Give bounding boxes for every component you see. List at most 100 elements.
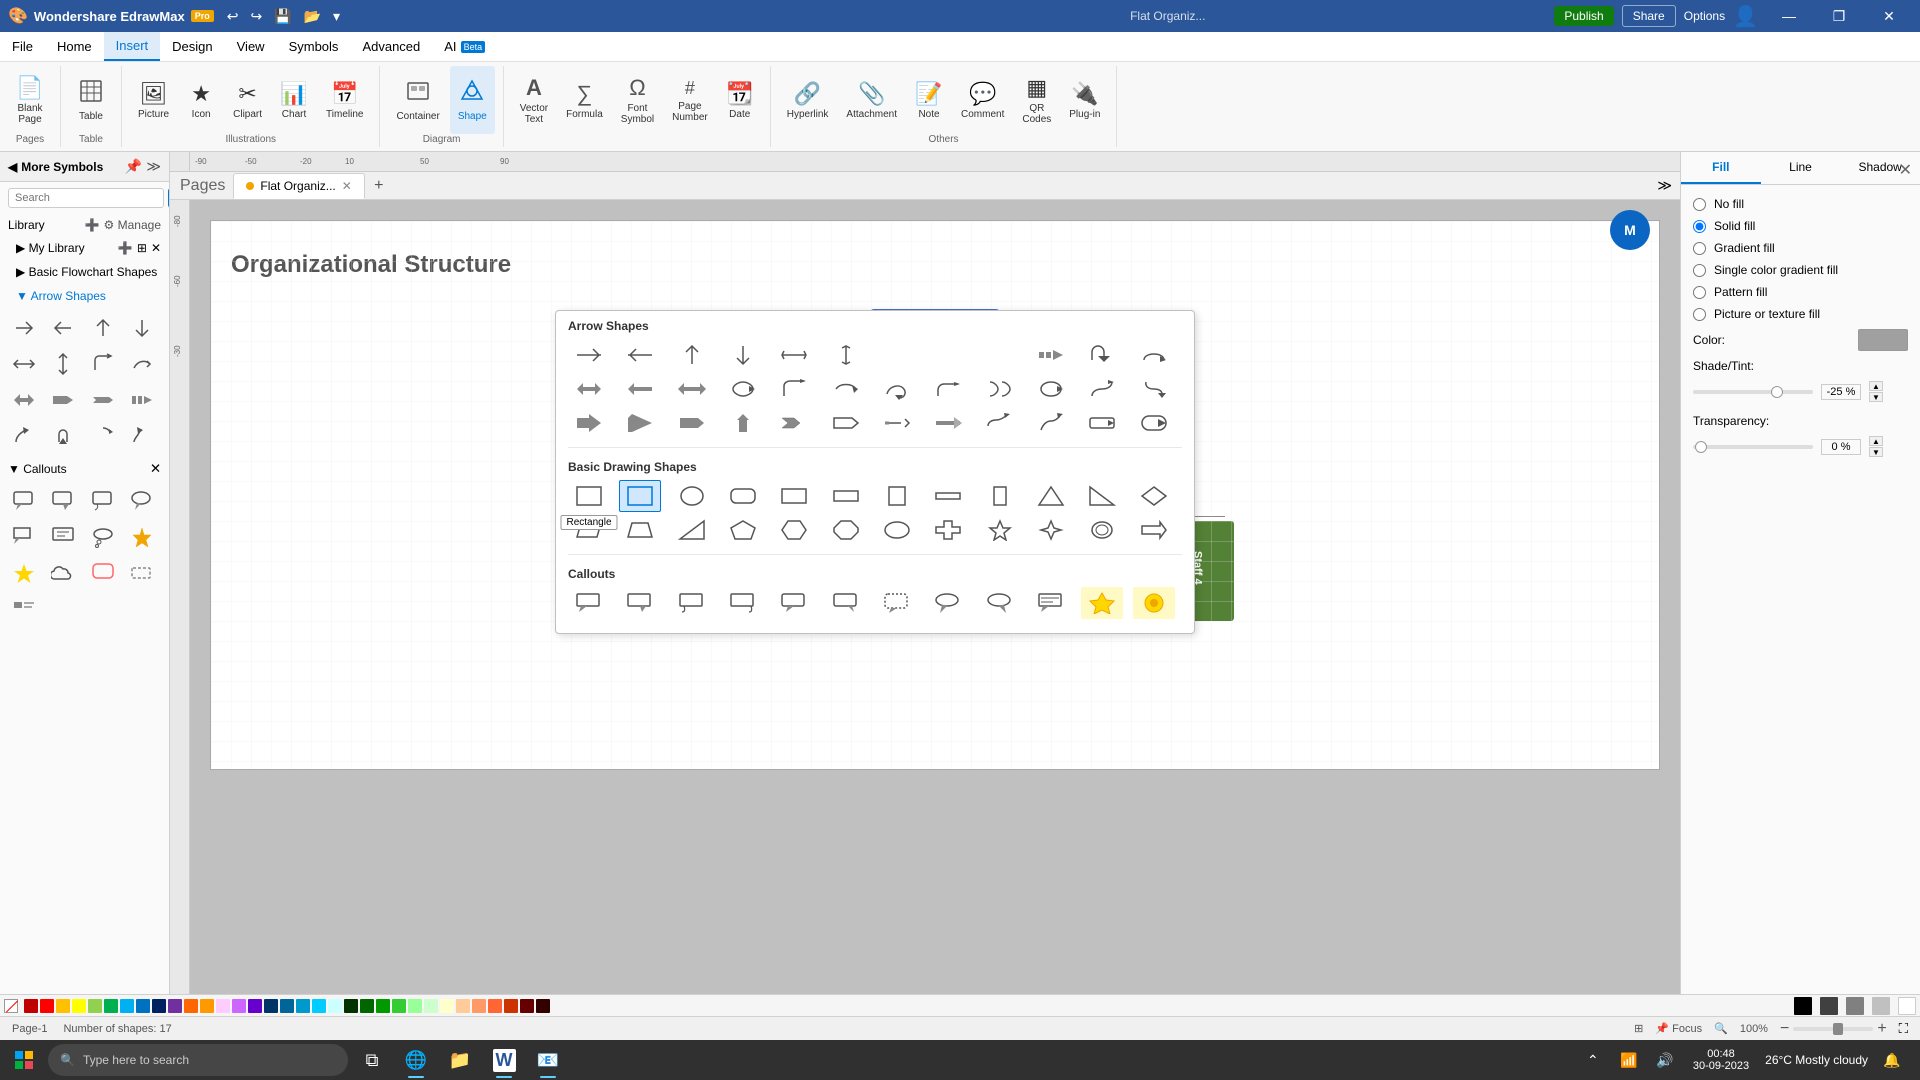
taskbar-task-view[interactable]: ⧉ <box>352 1040 392 1080</box>
color-swatch-2[interactable] <box>40 999 54 1013</box>
zoom-slider[interactable] <box>1793 1027 1873 1031</box>
sp-arrow-11[interactable] <box>1081 339 1123 371</box>
color-swatch-10[interactable] <box>168 999 182 1013</box>
pattern-fill-label[interactable]: Pattern fill <box>1714 285 1767 299</box>
sp-callout-2[interactable] <box>619 587 661 619</box>
library-add-button[interactable]: ➕ <box>85 218 100 232</box>
zoom-in-button[interactable]: + <box>1877 1020 1886 1038</box>
sidebar-item-callouts[interactable]: ▼ Callouts ✕ <box>0 456 169 482</box>
tab-page-1[interactable]: Flat Organiz... ✕ <box>233 173 364 199</box>
sp-callout-3[interactable] <box>671 587 713 619</box>
ribbon-table[interactable]: Table <box>69 66 113 134</box>
ribbon-qr-codes[interactable]: ▦ QRCodes <box>1014 66 1059 134</box>
shape-callout-3[interactable] <box>87 486 119 518</box>
sp-arrow-9[interactable] <box>979 339 1021 371</box>
gradient-fill-label[interactable]: Gradient fill <box>1714 241 1775 255</box>
color-swatch-6[interactable] <box>104 999 118 1013</box>
shade-slider[interactable] <box>1693 390 1813 394</box>
user-avatar[interactable]: 👤 <box>1733 4 1758 29</box>
color-gray[interactable] <box>1846 997 1864 1015</box>
my-library-grid[interactable]: ⊞ <box>137 241 147 255</box>
shape-star-callout[interactable] <box>126 522 158 554</box>
sidebar-item-my-library[interactable]: ▶ My Library ➕ ⊞ ✕ <box>0 236 169 260</box>
panel-pin-button[interactable]: 📌 <box>125 158 142 175</box>
ribbon-page-number[interactable]: # PageNumber <box>664 66 716 134</box>
taskbar-weather[interactable]: 26°C Mostly cloudy <box>1761 1051 1872 1069</box>
pattern-fill-radio[interactable] <box>1693 286 1706 299</box>
share-button[interactable]: Share <box>1622 5 1676 27</box>
color-swatch-7[interactable] <box>120 999 134 1013</box>
sp-callout-7[interactable] <box>876 587 918 619</box>
my-library-close[interactable]: ✕ <box>151 241 161 255</box>
start-button[interactable] <box>4 1042 44 1078</box>
tab-close[interactable]: ✕ <box>342 179 352 193</box>
sp-arrow-7[interactable] <box>876 339 918 371</box>
sp-arrow-12[interactable] <box>1133 339 1175 371</box>
fullscreen-button[interactable]: ⛶ <box>1899 1021 1908 1037</box>
sp-rt-triangle[interactable] <box>1081 480 1123 512</box>
sp-arrow-18[interactable] <box>825 373 867 405</box>
ribbon-note[interactable]: 📝 Note <box>907 66 951 134</box>
sp-wide-rect-2[interactable] <box>927 480 969 512</box>
ribbon-plugin[interactable]: 🔌 Plug-in <box>1061 66 1108 134</box>
color-swatch-23[interactable] <box>376 999 390 1013</box>
shape-arrow-curved[interactable] <box>126 348 158 380</box>
sp-callout-12[interactable] <box>1133 587 1175 619</box>
close-right-panel[interactable]: ✕ <box>1899 160 1912 180</box>
sp-arrow-22[interactable] <box>1030 373 1072 405</box>
sp-ring[interactable] <box>1081 514 1123 546</box>
solid-fill-radio[interactable] <box>1693 220 1706 233</box>
color-picker[interactable] <box>1858 329 1908 351</box>
sp-arrow-2[interactable] <box>619 339 661 371</box>
sp-rect-selected[interactable] <box>619 480 661 512</box>
shape-arrow-ud[interactable] <box>47 348 79 380</box>
color-swatch-13[interactable] <box>216 999 230 1013</box>
taskbar-edrawmax[interactable]: 📧 <box>528 1040 568 1080</box>
sp-arrow-30[interactable] <box>825 407 867 439</box>
sp-star4[interactable] <box>1030 514 1072 546</box>
shape-notched-arrow[interactable] <box>87 384 119 416</box>
shape-callout-2[interactable] <box>47 486 79 518</box>
sp-octagon[interactable] <box>825 514 867 546</box>
sp-arrow-4[interactable] <box>722 339 764 371</box>
color-swatch-19[interactable] <box>312 999 326 1013</box>
color-swatch-12[interactable] <box>200 999 214 1013</box>
search-input[interactable] <box>8 188 164 208</box>
panel-expand-button[interactable]: ≫ <box>146 158 161 175</box>
redo-button[interactable]: ↪ <box>245 6 267 27</box>
color-swatch-27[interactable] <box>440 999 454 1013</box>
sp-r-arrow[interactable] <box>1133 514 1175 546</box>
sp-callout-6[interactable] <box>825 587 867 619</box>
sp-arrow-19[interactable] <box>876 373 918 405</box>
panel-collapse-icon[interactable]: ◀ <box>8 160 17 174</box>
sp-tall-rect-2[interactable] <box>979 480 1021 512</box>
sp-callout-9[interactable] <box>979 587 1021 619</box>
restore-button[interactable]: ❐ <box>1816 0 1862 32</box>
sp-arrow-35[interactable] <box>1081 407 1123 439</box>
color-swatch-16[interactable] <box>264 999 278 1013</box>
color-swatch-31[interactable] <box>504 999 518 1013</box>
sp-pentagon[interactable] <box>722 514 764 546</box>
taskbar-word[interactable]: W <box>484 1040 524 1080</box>
ribbon-blank-page[interactable]: 📄 BlankPage <box>8 66 52 134</box>
sp-arrow-25[interactable] <box>568 407 610 439</box>
color-swatch-17[interactable] <box>280 999 294 1013</box>
sp-ellipse[interactable] <box>876 514 918 546</box>
sp-trapezoid[interactable] <box>619 514 661 546</box>
color-swatch-25[interactable] <box>408 999 422 1013</box>
shape-callout-1[interactable] <box>8 486 40 518</box>
color-swatch-15[interactable] <box>248 999 262 1013</box>
shape-arrow-down[interactable] <box>126 312 158 344</box>
shape-curved-arrow[interactable] <box>8 420 40 452</box>
sp-arrow-17[interactable] <box>773 373 815 405</box>
focus-label[interactable]: 📌 Focus <box>1655 1022 1702 1035</box>
color-darkgray[interactable] <box>1820 997 1838 1015</box>
sp-hexagon[interactable] <box>773 514 815 546</box>
sp-callout-10[interactable] <box>1030 587 1072 619</box>
color-swatch-24[interactable] <box>392 999 406 1013</box>
color-swatch-33[interactable] <box>536 999 550 1013</box>
sp-arrow-3[interactable] <box>671 339 713 371</box>
shape-s-curve[interactable] <box>126 420 158 452</box>
menu-insert[interactable]: Insert <box>104 32 161 61</box>
no-color-btn[interactable] <box>4 999 18 1013</box>
